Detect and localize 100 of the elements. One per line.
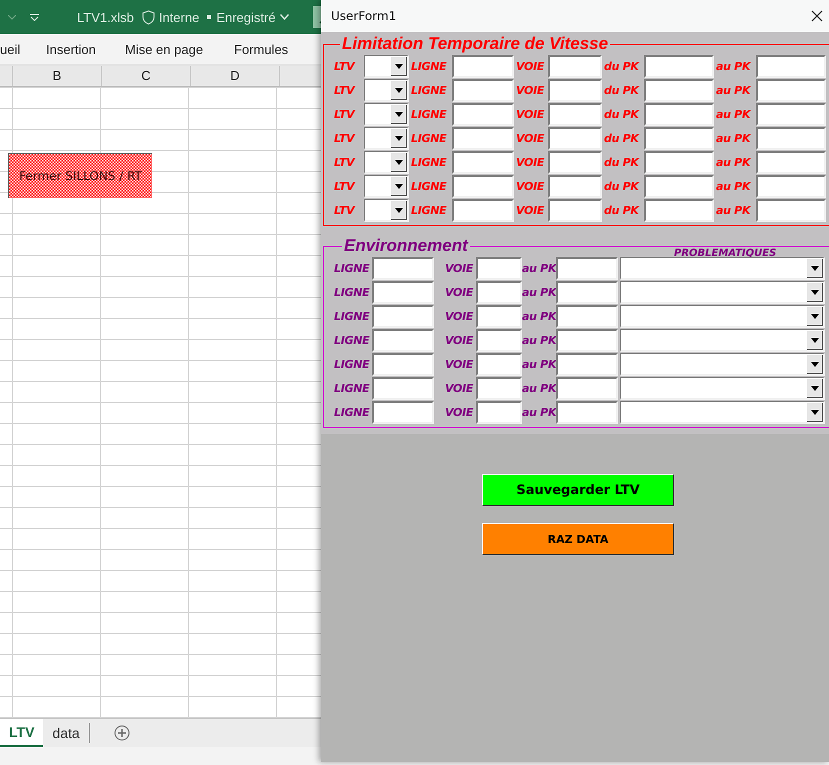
text-field[interactable] [452, 198, 514, 222]
text-field[interactable] [476, 352, 522, 376]
text-field[interactable] [756, 78, 826, 102]
frame-title: Environnement [343, 236, 470, 256]
field-label: au PK [522, 262, 556, 274]
reset-button[interactable]: RAZ DATA [482, 523, 674, 555]
text-field[interactable] [476, 376, 522, 400]
save-status[interactable]: Enregistré [216, 10, 276, 24]
customize-icon[interactable] [30, 14, 39, 20]
text-field[interactable] [476, 328, 522, 352]
text-field[interactable] [556, 304, 618, 328]
field-label: LTV [333, 108, 354, 120]
add-sheet-icon[interactable] [114, 725, 130, 741]
text-field[interactable] [556, 280, 618, 304]
text-field[interactable] [644, 54, 714, 78]
text-field[interactable] [452, 78, 514, 102]
text-field[interactable] [644, 198, 714, 222]
field-label: au PK [715, 132, 750, 144]
dropdown-field[interactable] [364, 174, 409, 198]
text-field[interactable] [644, 126, 714, 150]
field-label: du PK [603, 108, 639, 120]
sensitivity-label[interactable]: Interne [158, 10, 200, 24]
text-field[interactable] [548, 174, 602, 198]
dropdown-caret-icon [395, 184, 403, 188]
column-header[interactable]: C [102, 66, 191, 86]
text-field[interactable] [756, 174, 826, 198]
window-title: UserForm1 [331, 9, 396, 23]
dropdown-field[interactable] [620, 256, 825, 280]
dropdown-field[interactable] [364, 198, 409, 222]
text-field[interactable] [548, 102, 602, 126]
text-field[interactable] [644, 174, 714, 198]
text-field[interactable] [644, 150, 714, 174]
text-field[interactable] [476, 400, 522, 424]
text-field[interactable] [756, 150, 826, 174]
text-field[interactable] [556, 256, 618, 280]
column-header[interactable]: B [13, 66, 102, 86]
dropdown-field[interactable] [620, 376, 825, 400]
text-field[interactable] [372, 400, 434, 424]
dropdown-field[interactable] [620, 352, 825, 376]
sheet-tab[interactable]: data [43, 719, 89, 747]
dropdown-caret-icon [811, 410, 819, 414]
text-field[interactable] [452, 54, 514, 78]
macro-button[interactable]: Fermer SILLONS / RT [8, 153, 152, 198]
dropdown-field[interactable] [364, 54, 409, 78]
file-name: LTV1.xlsb [77, 10, 134, 24]
field-label: au PK [715, 156, 750, 168]
dropdown-field[interactable] [364, 102, 409, 126]
dropdown-field[interactable] [620, 280, 825, 304]
text-field[interactable] [548, 78, 602, 102]
text-field[interactable] [644, 78, 714, 102]
dropdown-field[interactable] [620, 328, 825, 352]
text-field[interactable] [556, 400, 618, 424]
close-icon[interactable] [811, 10, 823, 22]
text-field[interactable] [452, 174, 514, 198]
ribbon-tab[interactable]: Mise en page [125, 42, 204, 57]
text-field[interactable] [452, 102, 514, 126]
text-field[interactable] [372, 304, 434, 328]
text-field[interactable] [548, 54, 602, 78]
text-field[interactable] [548, 126, 602, 150]
chevron-icon[interactable] [280, 14, 289, 20]
text-field[interactable] [372, 376, 434, 400]
text-field[interactable] [644, 102, 714, 126]
ribbon-tab[interactable]: Insertion [46, 42, 96, 57]
text-field[interactable] [476, 280, 522, 304]
dropdown-field[interactable] [364, 150, 409, 174]
field-label: au PK [522, 406, 556, 418]
text-field[interactable] [556, 328, 618, 352]
dropdown-caret-icon [811, 386, 819, 390]
column-header[interactable]: D [191, 66, 280, 86]
text-field[interactable] [548, 198, 602, 222]
dropdown-field[interactable] [364, 126, 409, 150]
field-label: au PK [715, 84, 750, 96]
sheet-tab[interactable]: LTV [0, 719, 44, 747]
ribbon-tab[interactable]: Formules [234, 42, 288, 57]
text-field[interactable] [372, 256, 434, 280]
text-field[interactable] [372, 280, 434, 304]
text-field[interactable] [556, 376, 618, 400]
text-field[interactable] [548, 150, 602, 174]
text-field[interactable] [372, 328, 434, 352]
text-field[interactable] [756, 126, 826, 150]
text-field[interactable] [476, 256, 522, 280]
field-label: LTV [333, 156, 354, 168]
field-label: LIGNE [334, 310, 370, 322]
dropdown-field[interactable] [620, 400, 825, 424]
field-label: LIGNE [410, 60, 446, 72]
text-field[interactable] [756, 54, 826, 78]
ribbon-tab[interactable]: ueil [0, 42, 20, 57]
text-field[interactable] [476, 304, 522, 328]
save-button[interactable]: Sauvegarder LTV [482, 474, 674, 506]
dropdown-caret-icon [811, 314, 819, 318]
text-field[interactable] [452, 126, 514, 150]
text-field[interactable] [372, 352, 434, 376]
text-field[interactable] [756, 102, 826, 126]
field-label: du PK [603, 60, 639, 72]
text-field[interactable] [756, 198, 826, 222]
dropdown-field[interactable] [364, 78, 409, 102]
text-field[interactable] [556, 352, 618, 376]
dropdown-field[interactable] [620, 304, 825, 328]
text-field[interactable] [452, 150, 514, 174]
field-label: LIGNE [410, 204, 446, 216]
